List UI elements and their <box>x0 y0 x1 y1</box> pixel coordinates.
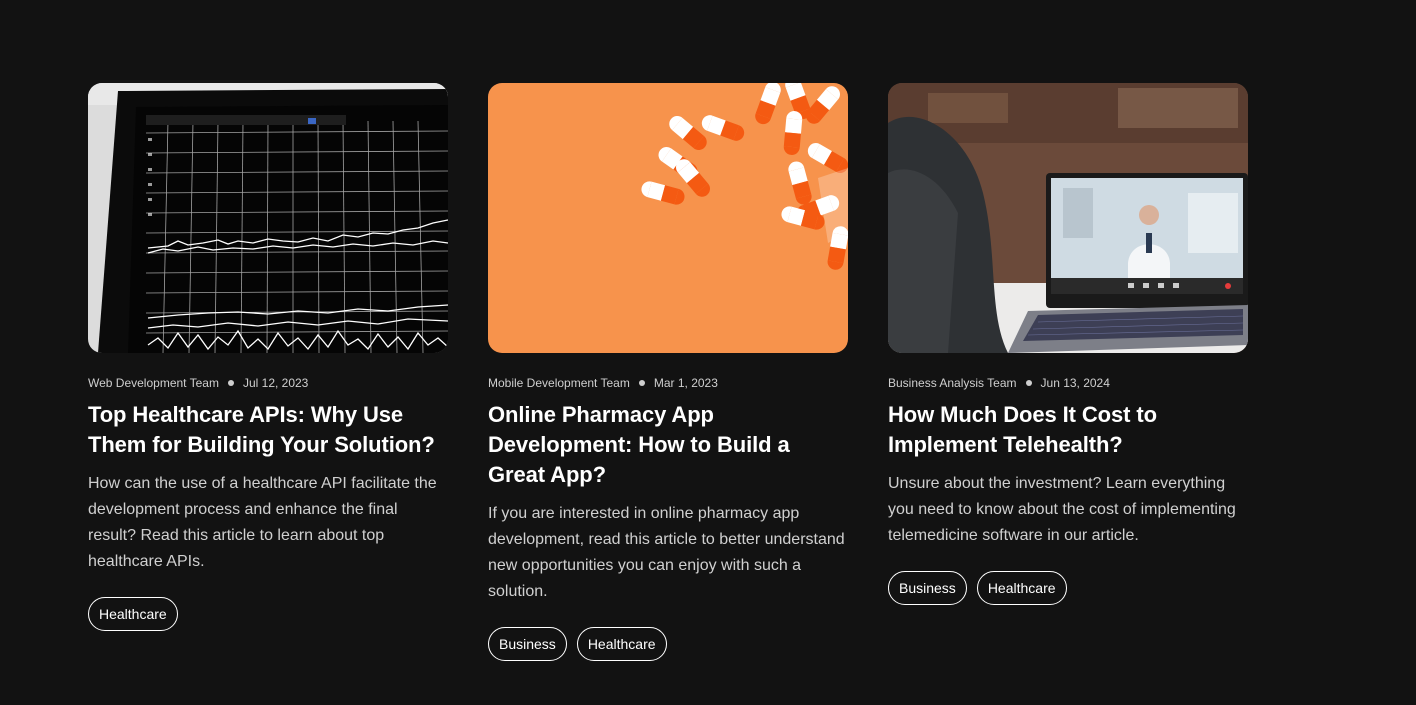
article-author: Web Development Team <box>88 376 219 390</box>
meta-separator-dot <box>227 380 234 386</box>
article-card[interactable]: Mobile Development Team Mar 1, 2023 Onli… <box>488 83 848 661</box>
article-tags: Healthcare <box>88 597 448 631</box>
article-excerpt: If you are interested in online pharmacy… <box>488 505 845 600</box>
article-tags: Business Healthcare <box>488 627 848 661</box>
article-thumbnail-telehealth[interactable] <box>888 83 1248 353</box>
tag-healthcare[interactable]: Healthcare <box>576 627 667 661</box>
telehealth-laptop-doctor-photo <box>888 83 1248 353</box>
article-tags: Business Healthcare <box>888 571 1248 605</box>
article-meta: Mobile Development Team Mar 1, 2023 <box>488 376 848 390</box>
article-thumbnail-trading-chart[interactable] <box>88 83 448 353</box>
article-date: Mar 1, 2023 <box>653 376 718 390</box>
article-meta: Business Analysis Team Jun 13, 2024 <box>888 376 1248 390</box>
article-title[interactable]: Top Healthcare APIs: Why Use Them for Bu… <box>88 400 448 460</box>
article-date: Jun 13, 2024 <box>1040 376 1110 390</box>
article-title[interactable]: How Much Does It Cost to Implement Teleh… <box>888 400 1248 460</box>
article-excerpt: Unsure about the investment? Learn every… <box>888 475 1236 544</box>
meta-separator-dot <box>638 380 645 386</box>
orange-capsules-photo <box>488 83 848 353</box>
article-card[interactable]: Web Development Team Jul 12, 2023 Top He… <box>88 83 448 661</box>
article-thumbnail-capsules[interactable] <box>488 83 848 353</box>
tag-business[interactable]: Business <box>488 627 567 661</box>
article-author: Mobile Development Team <box>488 376 630 390</box>
article-card[interactable]: Business Analysis Team Jun 13, 2024 How … <box>888 83 1248 661</box>
article-author: Business Analysis Team <box>888 376 1017 390</box>
meta-separator-dot <box>1025 380 1032 386</box>
tag-healthcare[interactable]: Healthcare <box>88 597 178 631</box>
trading-chart-monitor-photo <box>88 83 448 353</box>
article-cards-grid: Web Development Team Jul 12, 2023 Top He… <box>88 83 1248 661</box>
article-date: Jul 12, 2023 <box>242 376 309 390</box>
article-excerpt: How can the use of a healthcare API faci… <box>88 475 437 570</box>
tag-healthcare[interactable]: Healthcare <box>976 571 1067 605</box>
article-meta: Web Development Team Jul 12, 2023 <box>88 376 448 390</box>
tag-business[interactable]: Business <box>888 571 967 605</box>
article-title[interactable]: Online Pharmacy App Development: How to … <box>488 400 848 490</box>
